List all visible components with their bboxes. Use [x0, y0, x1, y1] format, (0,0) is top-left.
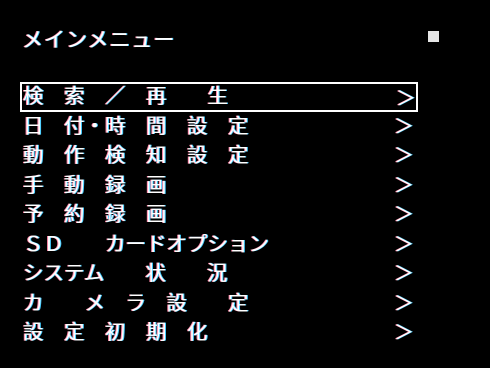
chevron-right-icon: ＞ — [394, 320, 414, 344]
menu-item-label: 動 作 検 知 設 定 — [23, 143, 249, 167]
menu-item-label: 検 索 ／ 再 生 — [23, 84, 228, 108]
menu-item-search-playback[interactable]: 検 索 ／ 再 生 ＞ — [20, 82, 418, 112]
menu-item-label: 日 付・時 間 設 定 — [23, 113, 249, 138]
menu-item-label: ＳＤ カードオプション — [23, 231, 269, 256]
chevron-right-icon: ＞ — [394, 172, 414, 197]
main-menu-list: 検 索 ／ 再 生 ＞ 日 付・時 間 設 定 ＞ 動 作 検 知 設 定 ＞ … — [20, 82, 418, 348]
menu-item-camera-settings[interactable]: カ メ ラ 設 定 ＞ — [20, 289, 418, 319]
menu-item-reset-settings[interactable]: 設 定 初 期 化 ＞ — [20, 318, 418, 348]
menu-item-manual-recording[interactable]: 手 動 録 画 ＞ — [20, 171, 418, 201]
chevron-right-icon: ＞ — [394, 231, 414, 256]
menu-item-label: システム 状 況 — [23, 261, 228, 285]
page-title: メインメニュー — [22, 28, 176, 52]
main-menu-screen: メインメニュー 検 索 ／ 再 生 ＞ 日 付・時 間 設 定 ＞ 動 作 検 … — [0, 0, 490, 368]
menu-item-date-time-settings[interactable]: 日 付・時 間 設 定 ＞ — [20, 112, 418, 142]
menu-item-label: 予 約 録 画 — [23, 202, 167, 226]
menu-item-sd-card-options[interactable]: ＳＤ カードオプション ＞ — [20, 230, 418, 260]
menu-item-system-status[interactable]: システム 状 況 ＞ — [20, 259, 418, 289]
menu-item-label: 手 動 録 画 — [23, 172, 167, 197]
chevron-right-icon: ＞ — [394, 143, 414, 167]
chevron-right-icon: ＞ — [394, 261, 414, 285]
menu-item-label: カ メ ラ 設 定 — [23, 290, 249, 315]
menu-item-motion-detection-settings[interactable]: 動 作 検 知 設 定 ＞ — [20, 141, 418, 171]
chevron-right-icon: ＞ — [394, 202, 414, 226]
menu-item-scheduled-recording[interactable]: 予 約 録 画 ＞ — [20, 200, 418, 230]
menu-item-label: 設 定 初 期 化 — [23, 320, 208, 344]
chevron-right-icon: ＞ — [394, 290, 414, 315]
chevron-right-icon: ＞ — [396, 86, 416, 110]
square-indicator-icon — [428, 31, 439, 42]
chevron-right-icon: ＞ — [394, 113, 414, 138]
